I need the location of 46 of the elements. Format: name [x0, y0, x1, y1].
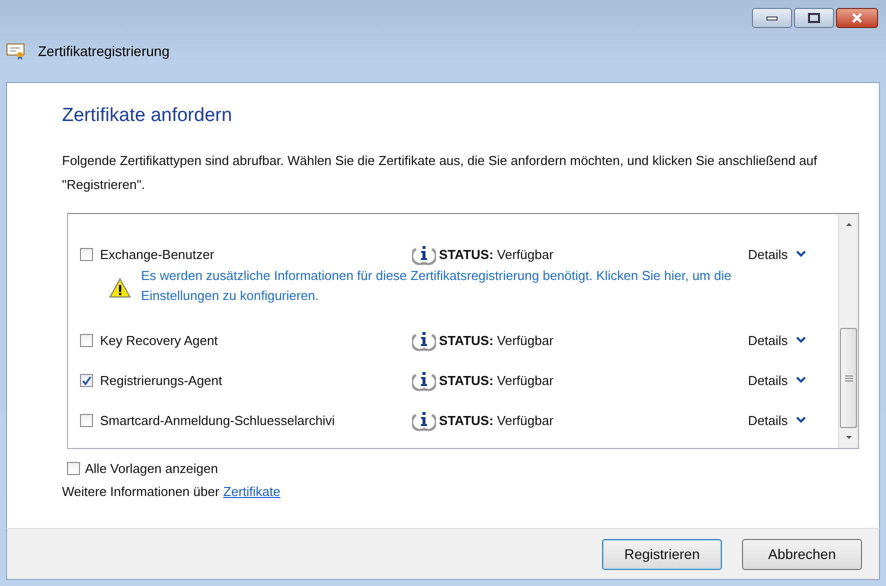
- cancel-button[interactable]: Abbrechen: [742, 538, 862, 570]
- grip-icon: [844, 374, 852, 382]
- configure-link[interactable]: Es werden zusätzliche Informationen für diese Zertifikatsregistrierung benötigt. Klicken Sie hier, um die Einstellungen zu konfigurieren.: [141, 266, 811, 306]
- register-button[interactable]: Registrieren: [602, 538, 722, 570]
- chevron-down-icon: [796, 416, 806, 424]
- maximize-button[interactable]: [794, 8, 834, 28]
- details-toggle[interactable]: Details: [748, 246, 806, 262]
- chevron-down-icon: [796, 250, 806, 258]
- status-text: STATUS: Verfügbar: [439, 332, 554, 348]
- certificate-icon: [6, 42, 26, 60]
- maximize-icon: [807, 13, 821, 23]
- chevron-down-icon: [796, 376, 806, 384]
- info-icon: [412, 243, 436, 265]
- scrollbar[interactable]: [838, 214, 858, 448]
- template-checkbox[interactable]: [80, 248, 93, 260]
- close-button[interactable]: [836, 8, 878, 28]
- minimize-button[interactable]: [752, 8, 792, 28]
- more-info-text: Weitere Informationen über: [62, 484, 220, 499]
- template-checkbox[interactable]: [80, 414, 93, 426]
- scroll-up-icon: [844, 220, 854, 228]
- template-checkbox[interactable]: [80, 334, 93, 346]
- page-heading: Zertifikate anfordern: [62, 105, 234, 127]
- scroll-down-icon: [844, 434, 854, 442]
- info-icon: [412, 369, 436, 391]
- details-toggle[interactable]: Details: [748, 372, 806, 388]
- info-icon: [412, 409, 436, 431]
- status-text: STATUS: Verfügbar: [439, 412, 554, 428]
- template-checkbox[interactable]: [80, 374, 93, 386]
- info-icon: [412, 329, 436, 351]
- status-text: STATUS: Verfügbar: [439, 246, 554, 262]
- template-name: Registrierungs-Agent: [100, 372, 222, 388]
- status-text: STATUS: Verfügbar: [439, 372, 554, 388]
- instructions-text: Folgende Zertifikattypen sind abrufbar. Wählen Sie die Zertifikate aus, die Sie anfordern möchten, und klicken Sie anschließend auf "Registrieren".: [62, 152, 818, 194]
- template-name: Key Recovery Agent: [100, 332, 218, 348]
- window-title: Zertifikatregistrierung: [38, 43, 170, 59]
- minimize-icon: [765, 14, 779, 22]
- details-toggle[interactable]: Details: [748, 412, 806, 428]
- chevron-down-icon: [796, 336, 806, 344]
- template-name: Smartcard-Anmeldung-Schluesselarchivi: [100, 412, 335, 428]
- template-name: Exchange-Benutzer: [100, 246, 214, 262]
- details-toggle[interactable]: Details: [748, 332, 806, 348]
- show-all-label: Alle Vorlagen anzeigen: [85, 461, 218, 476]
- certificates-link[interactable]: Zertifikate: [223, 484, 280, 499]
- close-icon: [850, 13, 864, 23]
- show-all-checkbox[interactable]: [67, 462, 80, 475]
- warning-icon: [109, 278, 131, 298]
